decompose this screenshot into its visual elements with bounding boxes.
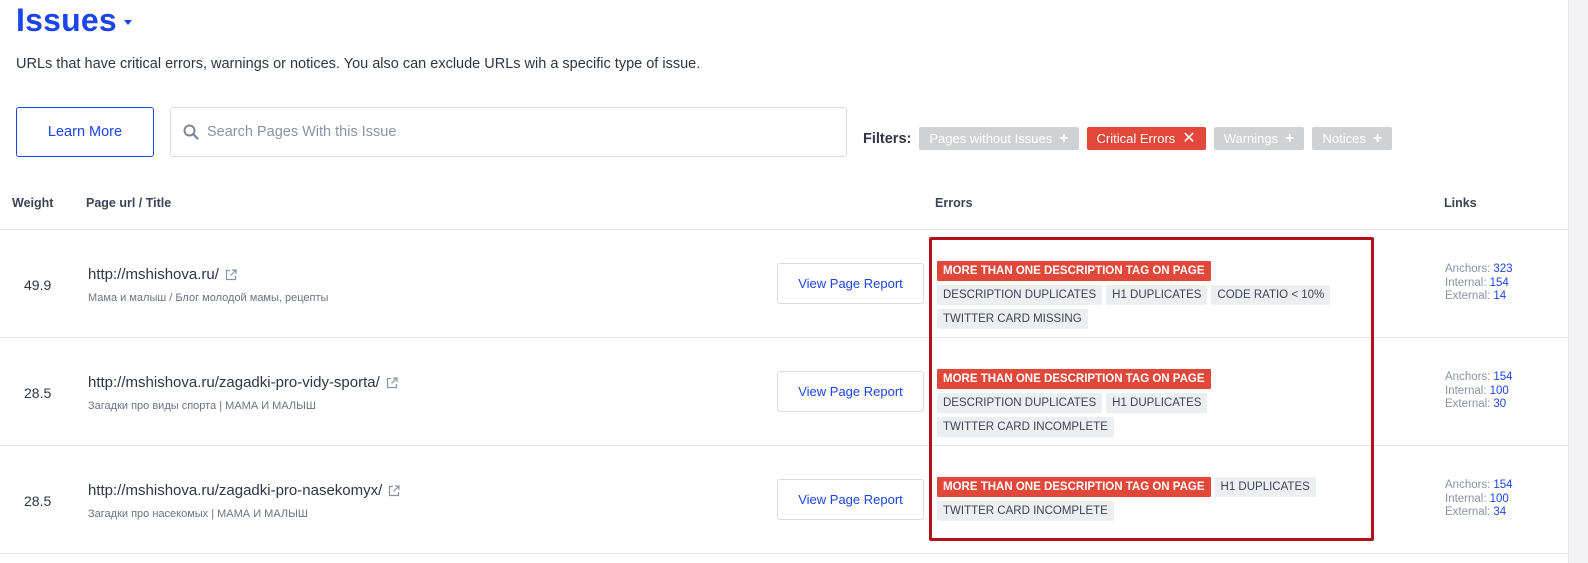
view-page-report-button[interactable]: View Page Report <box>777 263 924 304</box>
external-label: External: <box>1445 506 1491 518</box>
external-link-icon[interactable] <box>388 484 400 497</box>
links-summary: Anchors: 154 Internal: 100 External: 30 <box>1445 371 1513 412</box>
filters-label: Filters: <box>863 130 912 147</box>
column-header-errors: Errors <box>935 196 973 210</box>
internal-count[interactable]: 100 <box>1490 493 1509 505</box>
error-tag: H1 DUPLICATES <box>1214 477 1316 497</box>
search-box[interactable] <box>170 107 847 157</box>
filter-chip-critical-errors[interactable]: Critical Errors ✕ <box>1086 127 1206 150</box>
filters-bar: Filters: Pages without Issues + Critical… <box>863 127 1400 150</box>
error-tag: H1 DUPLICATES <box>1106 285 1208 305</box>
error-tag-critical: MORE THAN ONE DESCRIPTION TAG ON PAGE <box>937 477 1211 497</box>
plus-icon[interactable]: + <box>1285 130 1294 147</box>
row-weight: 49.9 <box>24 277 52 293</box>
error-tag: DESCRIPTION DUPLICATES <box>937 285 1103 305</box>
filter-chip-notices[interactable]: Notices + <box>1312 127 1393 150</box>
anchors-count[interactable]: 154 <box>1493 371 1512 383</box>
column-header-links: Links <box>1444 196 1477 210</box>
filter-chip-label: Warnings <box>1223 131 1279 146</box>
error-tag: TWITTER CARD MISSING <box>937 309 1088 329</box>
page-url[interactable]: http://mshishova.ru/zagadki-pro-vidy-spo… <box>88 374 380 391</box>
error-tag: DESCRIPTION DUPLICATES <box>937 393 1103 413</box>
page-url-link[interactable]: http://mshishova.ru/zagadki-pro-vidy-spo… <box>88 374 398 391</box>
anchors-label: Anchors: <box>1445 371 1491 383</box>
page-title: Issues <box>16 2 117 38</box>
error-tag: H1 DUPLICATES <box>1106 393 1208 413</box>
error-tag: TWITTER CARD INCOMPLETE <box>937 417 1114 437</box>
page-url-link[interactable]: http://mshishova.ru/ <box>88 266 237 283</box>
errors-list: MORE THAN ONE DESCRIPTION TAG ON PAGE DE… <box>937 261 1377 333</box>
page-title-text: Загадки про виды спорта | МАМА И МАЛЫШ <box>88 400 316 412</box>
links-summary: Anchors: 323 Internal: 154 External: 14 <box>1445 263 1513 304</box>
links-summary: Anchors: 154 Internal: 100 External: 34 <box>1445 479 1513 520</box>
page-url[interactable]: http://mshishova.ru/ <box>88 266 219 283</box>
errors-list: MORE THAN ONE DESCRIPTION TAG ON PAGE DE… <box>937 369 1377 441</box>
internal-label: Internal: <box>1445 492 1487 505</box>
errors-list: MORE THAN ONE DESCRIPTION TAG ON PAGE H1… <box>937 477 1377 525</box>
external-link-icon[interactable] <box>225 268 237 281</box>
table-row: 28.5 http://mshishova.ru/zagadki-pro-vid… <box>0 338 1568 446</box>
external-label: External: <box>1445 398 1491 410</box>
internal-count[interactable]: 154 <box>1490 277 1509 289</box>
filter-chip-label: Pages without Issues <box>929 131 1053 146</box>
close-icon[interactable]: ✕ <box>1182 130 1195 147</box>
internal-label: Internal: <box>1445 384 1487 397</box>
plus-icon[interactable]: + <box>1059 130 1068 147</box>
error-tag: TWITTER CARD INCOMPLETE <box>937 501 1114 521</box>
row-weight: 28.5 <box>24 385 52 401</box>
anchors-count[interactable]: 323 <box>1493 263 1512 275</box>
column-header-weight[interactable]: Weight <box>12 196 53 210</box>
anchors-label: Anchors: <box>1445 263 1491 275</box>
view-page-report-button[interactable]: View Page Report <box>777 479 924 520</box>
external-count[interactable]: 34 <box>1493 506 1506 518</box>
filter-chip-warnings[interactable]: Warnings + <box>1213 127 1305 150</box>
plus-icon[interactable]: + <box>1373 130 1382 147</box>
table-row: 28.5 http://mshishova.ru/zagadki-pro-nas… <box>0 446 1568 554</box>
error-tag-critical: MORE THAN ONE DESCRIPTION TAG ON PAGE <box>937 261 1211 281</box>
error-tag-critical: MORE THAN ONE DESCRIPTION TAG ON PAGE <box>937 369 1211 389</box>
error-tag: CODE RATIO < 10% <box>1211 285 1331 305</box>
page-url[interactable]: http://mshishova.ru/zagadki-pro-nasekomy… <box>88 482 382 499</box>
table-row: 49.9 http://mshishova.ru/ Мама и малыш /… <box>0 230 1568 338</box>
filter-chip-pages-without-issues[interactable]: Pages without Issues + <box>919 127 1079 150</box>
search-icon <box>183 124 199 140</box>
filter-chip-label: Notices <box>1322 131 1366 146</box>
page-url-link[interactable]: http://mshishova.ru/zagadki-pro-nasekomy… <box>88 482 400 499</box>
external-link-icon[interactable] <box>386 376 398 389</box>
page-title-dropdown[interactable]: Issues <box>16 2 132 39</box>
search-input[interactable] <box>207 124 807 140</box>
view-page-report-button[interactable]: View Page Report <box>777 371 924 412</box>
external-count[interactable]: 14 <box>1493 290 1506 302</box>
row-weight: 28.5 <box>24 493 52 509</box>
internal-count[interactable]: 100 <box>1490 385 1509 397</box>
page-title-text: Загадки про насекомых | МАМА И МАЛЫШ <box>88 508 308 520</box>
anchors-label: Anchors: <box>1445 479 1491 491</box>
page-description: URLs that have critical errors, warnings… <box>16 56 701 72</box>
internal-label: Internal: <box>1445 276 1487 289</box>
filter-chip-label: Critical Errors <box>1096 131 1176 146</box>
column-header-page[interactable]: Page url / Title <box>86 196 171 210</box>
page-title-text: Мама и малыш / Блог молодой мамы, рецепт… <box>88 292 329 304</box>
vertical-scrollbar[interactable] <box>1568 0 1588 563</box>
caret-down-icon[interactable] <box>123 20 132 25</box>
anchors-count[interactable]: 154 <box>1493 479 1512 491</box>
external-label: External: <box>1445 290 1491 302</box>
learn-more-button[interactable]: Learn More <box>16 107 154 157</box>
external-count[interactable]: 30 <box>1493 398 1506 410</box>
